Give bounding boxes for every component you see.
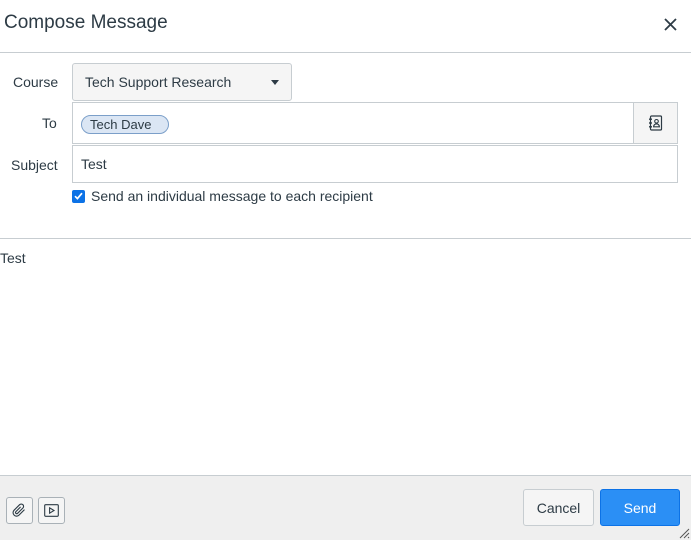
course-select-value: Tech Support Research <box>85 74 232 90</box>
media-icon <box>44 504 59 517</box>
compose-message-dialog: Compose Message Course Tech Support Rese… <box>0 0 691 540</box>
address-book-button[interactable] <box>633 102 678 144</box>
resize-grip-icon[interactable] <box>678 527 690 539</box>
attach-file-button[interactable] <box>6 497 33 524</box>
subject-label: Subject <box>11 157 58 173</box>
record-media-button[interactable] <box>38 497 65 524</box>
recipient-input[interactable]: Tech Dave <box>72 102 634 144</box>
message-body[interactable]: Test <box>0 250 26 266</box>
close-button[interactable] <box>660 14 680 34</box>
dialog-footer: Cancel Send <box>0 475 691 540</box>
individual-message-label[interactable]: Send an individual message to each recip… <box>91 188 373 204</box>
individual-message-option: Send an individual message to each recip… <box>72 188 373 204</box>
checkmark-icon <box>74 192 83 200</box>
send-button[interactable]: Send <box>600 489 680 526</box>
course-select[interactable]: Tech Support Research <box>72 63 292 101</box>
caret-down-icon <box>271 80 279 85</box>
recipient-token[interactable]: Tech Dave <box>81 115 170 134</box>
section-divider <box>0 238 691 239</box>
individual-message-checkbox[interactable] <box>72 189 85 203</box>
close-icon <box>663 17 677 31</box>
course-label: Course <box>13 74 59 90</box>
dialog-title: Compose Message <box>4 12 168 33</box>
to-label: To <box>42 115 57 131</box>
paperclip-icon <box>12 503 25 517</box>
subject-input[interactable] <box>72 145 678 183</box>
address-book-icon <box>648 115 662 131</box>
cancel-button[interactable]: Cancel <box>523 489 594 526</box>
dialog-header: Compose Message <box>0 0 691 53</box>
